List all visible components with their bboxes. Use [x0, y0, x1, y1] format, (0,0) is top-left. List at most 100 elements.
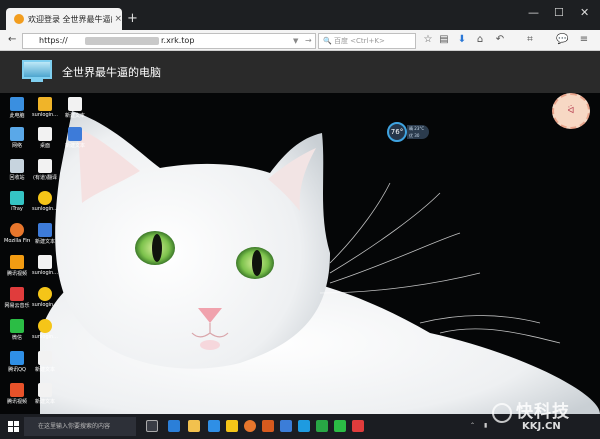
tray-expand-icon[interactable]: ⌃ [470, 422, 475, 429]
app-title: 全世界最牛逼的电脑 [62, 66, 161, 79]
desktop-icon[interactable]: 腾讯QQ [4, 351, 30, 373]
desktop-icon[interactable]: sunlogin... [32, 319, 58, 340]
desktop-icon-label: sunlogin... [32, 112, 58, 118]
remote-desktop[interactable]: 此电脑 网络 回收站 iTray Mozilla Firefox 腾讯视频 网易… [0, 93, 600, 414]
desktop-icon-label: 新建文本 [64, 113, 85, 119]
menu-icon[interactable]: ≡ [578, 34, 590, 46]
desktop-icon[interactable]: 新建文本 [32, 223, 58, 245]
site-favicon-icon [14, 14, 24, 24]
desktop-icon[interactable]: 微信 [4, 319, 30, 341]
weather-widget[interactable]: 76° 晴 23°C 优 30 [387, 122, 429, 144]
desktop-icon[interactable]: Mozilla Firefox [4, 223, 30, 244]
recycle-bin-icon [10, 159, 24, 173]
desktop-icon-label: sunlogin... [32, 302, 58, 308]
file-explorer-icon[interactable] [188, 420, 200, 432]
desktop-icon-label: 桌面 [39, 143, 50, 149]
search-box[interactable]: 🔍 百度 <Ctrl+K> [318, 33, 416, 49]
minimize-button[interactable]: — [528, 6, 539, 19]
desktop-icon[interactable]: 腾讯视频 [4, 255, 30, 277]
sunlogin-icon [38, 319, 52, 333]
tab-close-icon[interactable]: × [114, 14, 122, 24]
taskbar-search-placeholder: 在这里输入你要搜索的内容 [38, 423, 111, 430]
desktop-icon-label: 网易云音乐 [4, 303, 30, 309]
computer-icon [10, 97, 24, 111]
url-dropdown-icon[interactable]: ▼ [293, 34, 298, 48]
reading-list-icon[interactable]: ▤ [438, 34, 450, 46]
close-window-button[interactable]: ✕ [580, 6, 589, 19]
desktop-icon-label: 微信 [11, 335, 22, 341]
desktop-icon[interactable]: 桌面 [32, 127, 58, 149]
crop-icon[interactable]: ⌗ [524, 34, 536, 46]
weather-info: 晴 23°C 优 30 [407, 125, 429, 139]
sunlogin-icon [38, 97, 52, 111]
desktop-icon[interactable]: 网易云音乐 [4, 287, 30, 309]
word-taskbar-icon[interactable] [280, 420, 292, 432]
edge-icon[interactable] [168, 420, 180, 432]
document-icon [68, 97, 82, 111]
star-bookmark-icon[interactable]: ☆ [422, 34, 434, 46]
desktop-icon[interactable]: iTray [4, 191, 30, 212]
desktop-icon-label: 回收站 [9, 175, 25, 181]
url-host: r.xrk.top [161, 36, 195, 45]
home-icon[interactable]: ⌂ [474, 34, 486, 46]
undo-icon[interactable]: ↶ [494, 34, 506, 46]
desktop-icon[interactable]: 腾讯视频 [4, 383, 30, 405]
desktop-icon[interactable]: 网络 [4, 127, 30, 149]
qq-icon [10, 351, 24, 365]
desktop-icon[interactable]: sunlogin... [32, 97, 58, 118]
app-taskbar-icon[interactable] [298, 420, 310, 432]
desktop-icon[interactable]: 新建文本 [32, 383, 58, 405]
app-taskbar-icon[interactable] [262, 420, 274, 432]
sunlogin-icon [38, 255, 52, 269]
desktop-icon[interactable]: 新建文本 [62, 127, 88, 149]
desktop-icon[interactable]: 回收站 [4, 159, 30, 181]
desktop-icon-label: 腾讯视频 [6, 271, 27, 277]
maximize-button[interactable]: ☐ [554, 6, 564, 19]
firefox-taskbar-icon[interactable] [244, 420, 256, 432]
app-header: 全世界最牛逼的电脑 [0, 51, 600, 93]
desktop-icon[interactable]: (有道)翻译 [32, 159, 58, 181]
desktop-icon[interactable]: 新建文本 [62, 97, 88, 119]
qq-taskbar-icon[interactable] [208, 420, 220, 432]
document-icon [38, 127, 52, 141]
desktop-icon-label: sunlogin... [32, 334, 58, 340]
document-icon [38, 351, 52, 365]
task-view-icon[interactable] [146, 420, 158, 432]
url-protocol: https:// [39, 36, 68, 45]
desktop-icon-label: sunlogin... [32, 270, 58, 276]
sunlogin-taskbar-icon[interactable] [226, 420, 238, 432]
desktop-icon[interactable]: sunlogin... [32, 255, 58, 276]
wechat-icon [10, 319, 24, 333]
desktop-icon[interactable]: sunlogin... [32, 191, 58, 212]
taskbar-search[interactable]: 在这里输入你要搜索的内容 [24, 417, 136, 436]
excel-taskbar-icon[interactable] [316, 420, 328, 432]
browser-tab[interactable]: 欢迎登录 全世界最牛逼的... × [6, 8, 122, 30]
cat-wallpaper [0, 93, 600, 414]
document-icon [38, 223, 52, 237]
browser-nav-bar: ← https:// r.xrk.top ▼ → 🔍 百度 <Ctrl+K> ☆… [0, 30, 600, 51]
app-taskbar-icon[interactable] [352, 420, 364, 432]
itray-icon [10, 191, 24, 205]
floating-assistant-icon[interactable]: ᐛ [552, 93, 590, 129]
network-tray-icon[interactable]: ▮ [484, 422, 487, 429]
monitor-icon [22, 60, 52, 79]
start-button[interactable] [8, 421, 19, 432]
search-placeholder: 百度 <Ctrl+K> [333, 37, 385, 45]
video-app-icon [10, 383, 24, 397]
watermark-logo [492, 403, 512, 423]
wechat-taskbar-icon[interactable] [334, 420, 346, 432]
chat-icon[interactable]: 💬 [556, 34, 568, 46]
document-icon [68, 127, 82, 141]
desktop-icon-label: 此电脑 [9, 113, 25, 119]
sunlogin-icon [38, 191, 52, 205]
download-icon[interactable]: ⬇ [456, 34, 468, 46]
go-button[interactable]: → [305, 34, 312, 48]
back-button[interactable]: ← [8, 30, 16, 50]
desktop-icons: 此电脑 网络 回收站 iTray Mozilla Firefox 腾讯视频 网易… [0, 93, 85, 414]
new-tab-button[interactable]: + [127, 12, 138, 25]
desktop-icon[interactable]: sunlogin... [32, 287, 58, 308]
desktop-icon[interactable]: 此电脑 [4, 97, 30, 119]
search-icon: 🔍 [323, 37, 332, 45]
address-bar[interactable]: https:// r.xrk.top ▼ → [22, 33, 316, 49]
desktop-icon[interactable]: 新建文本 [32, 351, 58, 373]
